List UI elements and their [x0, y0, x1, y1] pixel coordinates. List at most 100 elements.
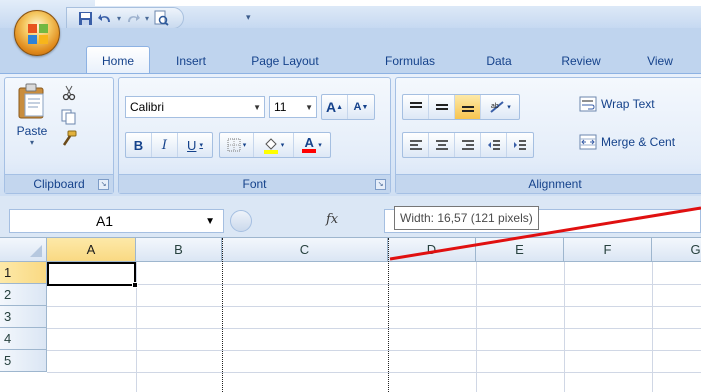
- shrink-font-button[interactable]: A ▼: [348, 95, 374, 119]
- font-group: Calibri ▼ 11 ▼ A ▲ A ▼ B I U ▾ ▾ ▾ A ▾ F…: [118, 77, 391, 194]
- font-style-buttons: B I U ▾: [125, 132, 213, 158]
- font-color-swatch: [302, 149, 317, 153]
- row-header-4[interactable]: 4: [0, 328, 47, 350]
- grid-line: [47, 350, 701, 351]
- chevron-down-icon: ▼: [205, 216, 215, 227]
- tab-formulas[interactable]: Formulas: [372, 48, 448, 74]
- tab-insert[interactable]: Insert: [160, 48, 222, 74]
- tab-view[interactable]: View: [638, 48, 682, 74]
- top-align-button[interactable]: [403, 95, 429, 119]
- paste-button[interactable]: Paste ▾: [9, 82, 55, 158]
- align-left-icon: [409, 140, 422, 150]
- wrap-text-button[interactable]: Wrap Text: [579, 96, 655, 112]
- top-align-icon: [409, 102, 422, 108]
- font-size-steppers: A ▲ A ▼: [321, 94, 375, 120]
- grid-line: [47, 284, 701, 285]
- borders-icon: [227, 138, 241, 152]
- redo-dropdown-icon[interactable]: ▾: [145, 14, 149, 23]
- fill-handle[interactable]: [132, 282, 138, 288]
- paste-dropdown-icon[interactable]: ▾: [30, 138, 34, 147]
- office-logo-icon: [28, 24, 48, 44]
- align-center-button[interactable]: [429, 133, 455, 157]
- clipboard-launcher-icon[interactable]: ↘: [98, 179, 109, 190]
- customize-qat-icon[interactable]: ▾: [246, 12, 251, 23]
- column-header-b[interactable]: B: [136, 238, 222, 262]
- column-resize-guide-left: [222, 238, 223, 392]
- formula-controls: fx: [230, 209, 376, 233]
- redo-icon[interactable]: [125, 10, 141, 26]
- row-header-2[interactable]: 2: [0, 284, 47, 306]
- row-header-1[interactable]: 1: [0, 262, 47, 284]
- tab-page-layout[interactable]: Page Layout: [236, 48, 334, 74]
- align-right-icon: [461, 140, 474, 150]
- column-header-d[interactable]: D: [388, 238, 476, 262]
- row-header-3[interactable]: 3: [0, 306, 47, 328]
- fill-color-button[interactable]: ▾: [254, 133, 294, 157]
- insert-function-icon[interactable]: fx: [326, 212, 338, 227]
- tab-review[interactable]: Review: [551, 48, 611, 74]
- tab-home[interactable]: Home: [86, 46, 150, 74]
- column-width-tooltip: Width: 16,57 (121 pixels): [394, 206, 539, 230]
- active-cell-a1[interactable]: [47, 262, 136, 286]
- bottom-align-icon: [461, 106, 474, 112]
- print-preview-icon[interactable]: [153, 10, 169, 26]
- row-header-5[interactable]: 5: [0, 350, 47, 372]
- font-color-button[interactable]: A ▾: [294, 133, 330, 157]
- column-header-f[interactable]: F: [564, 238, 652, 262]
- vertical-align-buttons: ab ▾: [402, 94, 520, 120]
- column-header-e[interactable]: E: [476, 238, 564, 262]
- align-right-button[interactable]: [455, 133, 481, 157]
- paste-label: Paste: [16, 124, 48, 138]
- column-resize-guide-right: [388, 238, 389, 392]
- copy-icon[interactable]: [59, 108, 79, 126]
- format-painter-icon[interactable]: [59, 130, 79, 148]
- name-box[interactable]: A1 ▼: [9, 209, 224, 233]
- undo-dropdown-icon[interactable]: ▾: [117, 14, 121, 23]
- merge-center-button[interactable]: Merge & Cent: [579, 134, 675, 150]
- title-band: [95, 0, 701, 6]
- italic-button[interactable]: I: [152, 133, 178, 157]
- bottom-align-button[interactable]: [455, 95, 481, 119]
- middle-align-button[interactable]: [429, 95, 455, 119]
- chevron-down-icon: ▼: [253, 103, 261, 112]
- grow-font-button[interactable]: A ▲: [322, 95, 348, 119]
- select-all-button[interactable]: [0, 238, 47, 262]
- font-family-value: Calibri: [130, 100, 165, 114]
- paste-icon: [18, 83, 44, 119]
- align-center-icon: [435, 140, 448, 150]
- spreadsheet-grid[interactable]: A B C D E F G 1 2 3 4 5: [0, 238, 701, 392]
- format-buttons: ▾ ▾ A ▾: [219, 132, 331, 158]
- column-header-c[interactable]: C: [222, 238, 388, 262]
- orientation-button[interactable]: ab ▾: [481, 95, 519, 119]
- decrease-indent-button[interactable]: [481, 133, 507, 157]
- chevron-down-icon: ▼: [305, 103, 313, 112]
- select-all-icon: [30, 245, 42, 257]
- cut-icon[interactable]: [59, 84, 79, 102]
- font-size-select[interactable]: 11 ▼: [269, 96, 317, 118]
- decrease-indent-icon: [487, 140, 500, 150]
- alignment-group: ab ▾ Wrap Text Merge & Cent Alignment: [395, 77, 701, 194]
- clipboard-group-label: Clipboard: [5, 174, 113, 193]
- wrap-text-icon: [579, 96, 597, 112]
- undo-icon[interactable]: [97, 10, 113, 26]
- wrap-text-label: Wrap Text: [601, 97, 655, 111]
- clipboard-group: Paste ▾ Clipboard ↘: [4, 77, 114, 194]
- merge-center-label: Merge & Cent: [601, 135, 676, 149]
- tab-data[interactable]: Data: [474, 48, 524, 74]
- column-header-g[interactable]: G: [652, 238, 701, 262]
- borders-button[interactable]: ▾: [220, 133, 254, 157]
- bold-button[interactable]: B: [126, 133, 152, 157]
- grid-line: [47, 328, 701, 329]
- office-button[interactable]: [14, 10, 60, 56]
- underline-button[interactable]: U ▾: [178, 133, 212, 157]
- font-launcher-icon[interactable]: ↘: [375, 179, 386, 190]
- save-icon[interactable]: [77, 10, 93, 26]
- column-header-a[interactable]: A: [47, 238, 136, 262]
- font-family-select[interactable]: Calibri ▼: [125, 96, 265, 118]
- alignment-group-label: Alignment: [396, 174, 701, 193]
- align-left-button[interactable]: [403, 133, 429, 157]
- formula-bar-resize-handle[interactable]: [230, 210, 252, 232]
- svg-text:ab: ab: [491, 103, 499, 110]
- formula-bar: A1 ▼ fx: [0, 198, 701, 238]
- increase-indent-button[interactable]: [507, 133, 533, 157]
